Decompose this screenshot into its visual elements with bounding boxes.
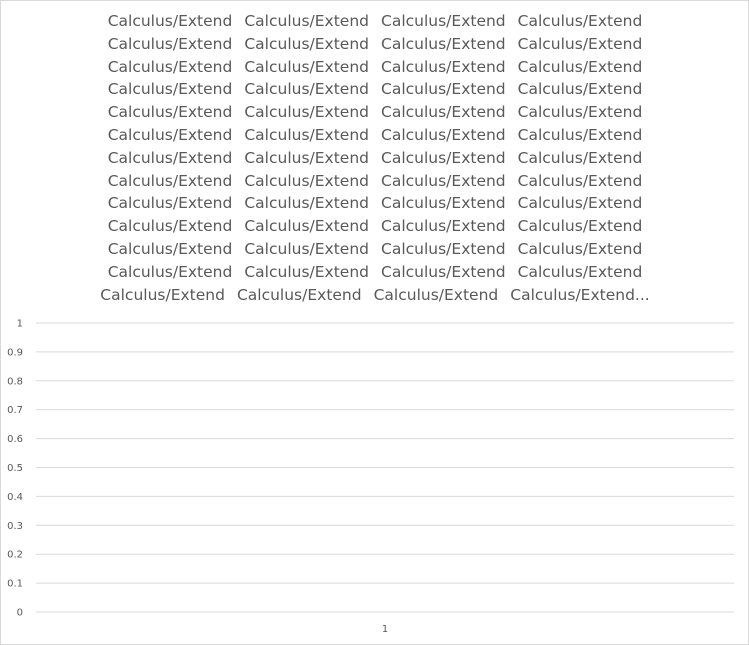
y-tick-label: 0.2 bbox=[7, 550, 23, 561]
y-tick-label: 0 bbox=[17, 608, 23, 619]
x-tick-label: 1 bbox=[382, 624, 388, 635]
y-tick-label: 0.3 bbox=[7, 521, 23, 532]
y-tick-label: 0.1 bbox=[7, 579, 23, 590]
y-tick-label: 0.4 bbox=[7, 492, 23, 503]
plot-area: 0 0.1 0.2 0.3 0.4 0.5 0.6 0.7 0.8 0.9 1 1 bbox=[7, 319, 734, 635]
y-tick-label: 1 bbox=[17, 319, 23, 330]
y-tick-label: 0.7 bbox=[7, 405, 23, 416]
y-tick-label: 0.5 bbox=[7, 463, 23, 474]
y-tick-label: 0.9 bbox=[7, 347, 23, 358]
y-tick-label: 0.6 bbox=[7, 434, 23, 445]
y-tick-label: 0.8 bbox=[7, 376, 23, 387]
